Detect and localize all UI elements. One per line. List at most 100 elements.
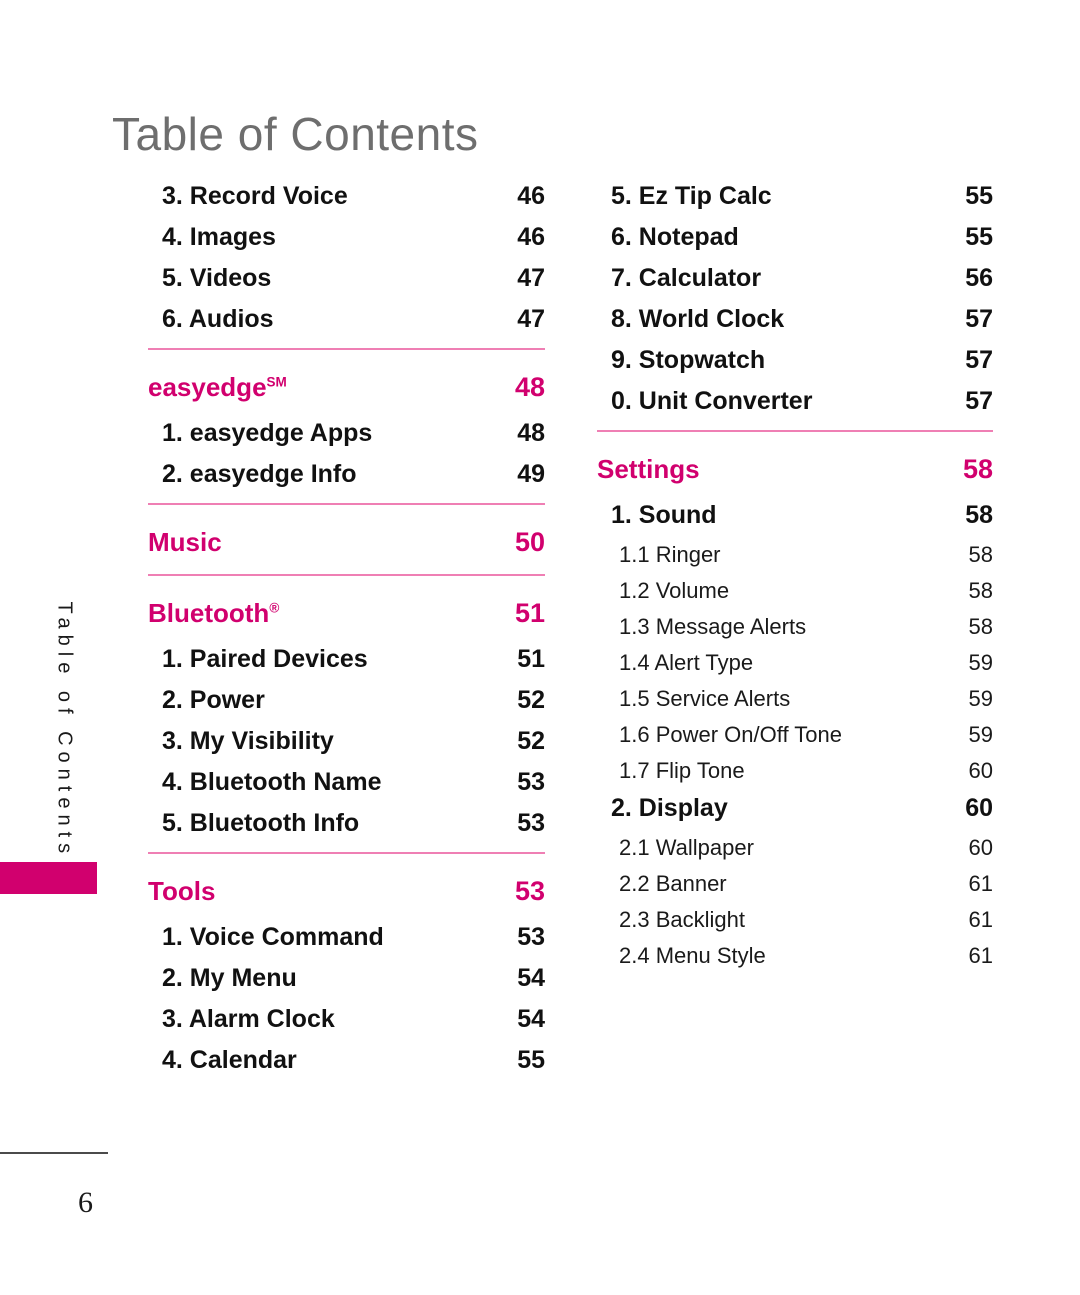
toc-entry-page-number: 59 [968,686,993,711]
toc-entry-page-number: 47 [517,305,545,333]
toc-entry-page-number: 61 [968,871,993,896]
toc-item-row[interactable]: 5. Videos 47 [148,264,545,293]
toc-entry-label: 2. Power [162,686,265,714]
toc-section-row[interactable]: easyedgeSM 48 [148,348,545,403]
toc-entry-label: 2. My Menu [162,964,297,992]
toc-entry-label: 1.2 Volume [619,578,730,603]
toc-item-row[interactable]: 3. My Visibility 52 [148,727,545,756]
toc-section-row[interactable]: Bluetooth® 51 [148,574,545,629]
toc-entry-label: easyedgeSM [148,372,287,402]
toc-entry-page-number: 59 [968,722,993,747]
toc-item-row[interactable]: 1. Sound 58 [597,501,993,530]
toc-entry-label: 1. Sound [611,501,717,529]
toc-entry-page-number: 60 [965,794,993,822]
toc-item-row[interactable]: 2. My Menu 54 [148,964,545,993]
toc-entry-page-number: 55 [517,1046,545,1074]
toc-subitem-row[interactable]: 2.4 Menu Style 61 [597,943,993,969]
footer-rule [0,1152,108,1154]
toc-entry-page-number: 58 [962,454,993,484]
toc-entry-page-number: 60 [968,835,993,860]
toc-subitem-row[interactable]: 1.7 Flip Tone 60 [597,758,993,784]
toc-subitem-row[interactable]: 1.1 Ringer 58 [597,542,993,568]
toc-entry-page-number: 51 [514,598,545,628]
toc-item-row[interactable]: 4. Calendar 55 [148,1046,545,1075]
toc-entry-label: 1. Paired Devices [162,645,368,673]
toc-item-row[interactable]: 8. World Clock 57 [597,305,993,334]
toc-entry-page-number: 52 [517,727,545,755]
toc-section-row[interactable]: Settings 58 [597,430,993,485]
toc-item-row[interactable]: 1. easyedge Apps 48 [148,419,545,448]
toc-entry-page-number: 58 [965,501,993,529]
toc-item-row[interactable]: 4. Images 46 [148,223,545,252]
toc-item-row[interactable]: 5. Ez Tip Calc 55 [597,182,993,211]
toc-entry-label: 1.6 Power On/Off Tone [619,722,842,747]
toc-entry-label: 5. Videos [162,264,272,292]
toc-entry-label: 5. Bluetooth Info [162,809,360,837]
toc-entry-page-number: 53 [517,809,545,837]
trademark-superscript: ® [269,600,280,616]
toc-subitem-row[interactable]: 1.6 Power On/Off Tone 59 [597,722,993,748]
toc-subitem-row[interactable]: 2.2 Banner 61 [597,871,993,897]
toc-entry-label: 2.4 Menu Style [619,943,766,968]
side-tab-marker [0,862,97,894]
toc-entry-label: 1.4 Alert Type [619,650,754,675]
toc-subitem-row[interactable]: 2.1 Wallpaper 60 [597,835,993,861]
toc-item-row[interactable]: 2. Power 52 [148,686,545,715]
toc-entry-page-number: 48 [514,372,545,402]
toc-entry-label: 1. Voice Command [162,923,384,951]
toc-entry-page-number: 58 [968,578,993,603]
toc-column-right: 5. Ez Tip Calc 55 6. Notepad 55 7. Calculato… [597,182,993,979]
toc-entry-label: 2.1 Wallpaper [619,835,754,860]
toc-subitem-row[interactable]: 1.2 Volume 58 [597,578,993,604]
toc-entry-label: 6. Notepad [611,223,739,251]
toc-item-row[interactable]: 3. Alarm Clock 54 [148,1005,545,1034]
toc-entry-label: 5. Ez Tip Calc [611,182,772,210]
toc-subitem-row[interactable]: 1.3 Message Alerts 58 [597,614,993,640]
toc-subitem-row[interactable]: 2.3 Backlight 61 [597,907,993,933]
toc-entry-page-number: 57 [965,346,993,374]
toc-entry-page-number: 54 [517,1005,545,1033]
toc-entry-label: 1.5 Service Alerts [619,686,791,711]
toc-item-row[interactable]: 6. Notepad 55 [597,223,993,252]
toc-item-row[interactable]: 5. Bluetooth Info 53 [148,809,545,838]
toc-section-row[interactable]: Music 50 [148,503,545,558]
toc-entry-page-number: 52 [517,686,545,714]
toc-item-row[interactable]: 2. easyedge Info 49 [148,460,545,489]
toc-entry-page-number: 58 [968,542,993,567]
toc-entry-label: 1.7 Flip Tone [619,758,745,783]
toc-entry-label: 2. Display [611,794,728,822]
toc-entry-label: Bluetooth® [148,598,280,628]
toc-entry-label: 8. World Clock [611,305,785,333]
toc-item-row[interactable]: 1. Voice Command 53 [148,923,545,952]
toc-item-row[interactable]: 7. Calculator 56 [597,264,993,293]
toc-entry-page-number: 53 [514,876,545,906]
toc-subitem-row[interactable]: 1.4 Alert Type 59 [597,650,993,676]
toc-item-row[interactable]: 1. Paired Devices 51 [148,645,545,674]
toc-entry-label: 4. Bluetooth Name [162,768,382,796]
toc-item-row[interactable]: 9. Stopwatch 57 [597,346,993,375]
toc-entry-label: 0. Unit Converter [611,387,813,415]
toc-subitem-row[interactable]: 1.5 Service Alerts 59 [597,686,993,712]
toc-item-row[interactable]: 0. Unit Converter 57 [597,387,993,416]
toc-item-row[interactable]: 6. Audios 47 [148,305,545,334]
toc-item-row[interactable]: 4. Bluetooth Name 53 [148,768,545,797]
toc-entry-page-number: 49 [517,460,545,488]
toc-entry-page-number: 51 [517,645,545,673]
toc-entry-page-number: 56 [965,264,993,292]
toc-entry-label: 2.3 Backlight [619,907,745,932]
toc-entry-page-number: 61 [968,943,993,968]
toc-entry-page-number: 53 [517,923,545,951]
toc-entry-label: Tools [148,876,216,906]
toc-entry-page-number: 59 [968,650,993,675]
toc-entry-page-number: 50 [514,527,545,557]
toc-entry-label: 3. My Visibility [162,727,334,755]
toc-item-row[interactable]: 2. Display 60 [597,794,993,823]
toc-item-row[interactable]: 3. Record Voice 46 [148,182,545,211]
toc-entry-label: Music [148,527,222,557]
toc-entry-label: 1. easyedge Apps [162,419,373,447]
toc-section-row[interactable]: Tools 53 [148,852,545,907]
toc-entry-page-number: 61 [968,907,993,932]
toc-entry-label: Settings [597,454,700,484]
toc-entry-page-number: 54 [517,964,545,992]
toc-entry-page-number: 55 [965,223,993,251]
